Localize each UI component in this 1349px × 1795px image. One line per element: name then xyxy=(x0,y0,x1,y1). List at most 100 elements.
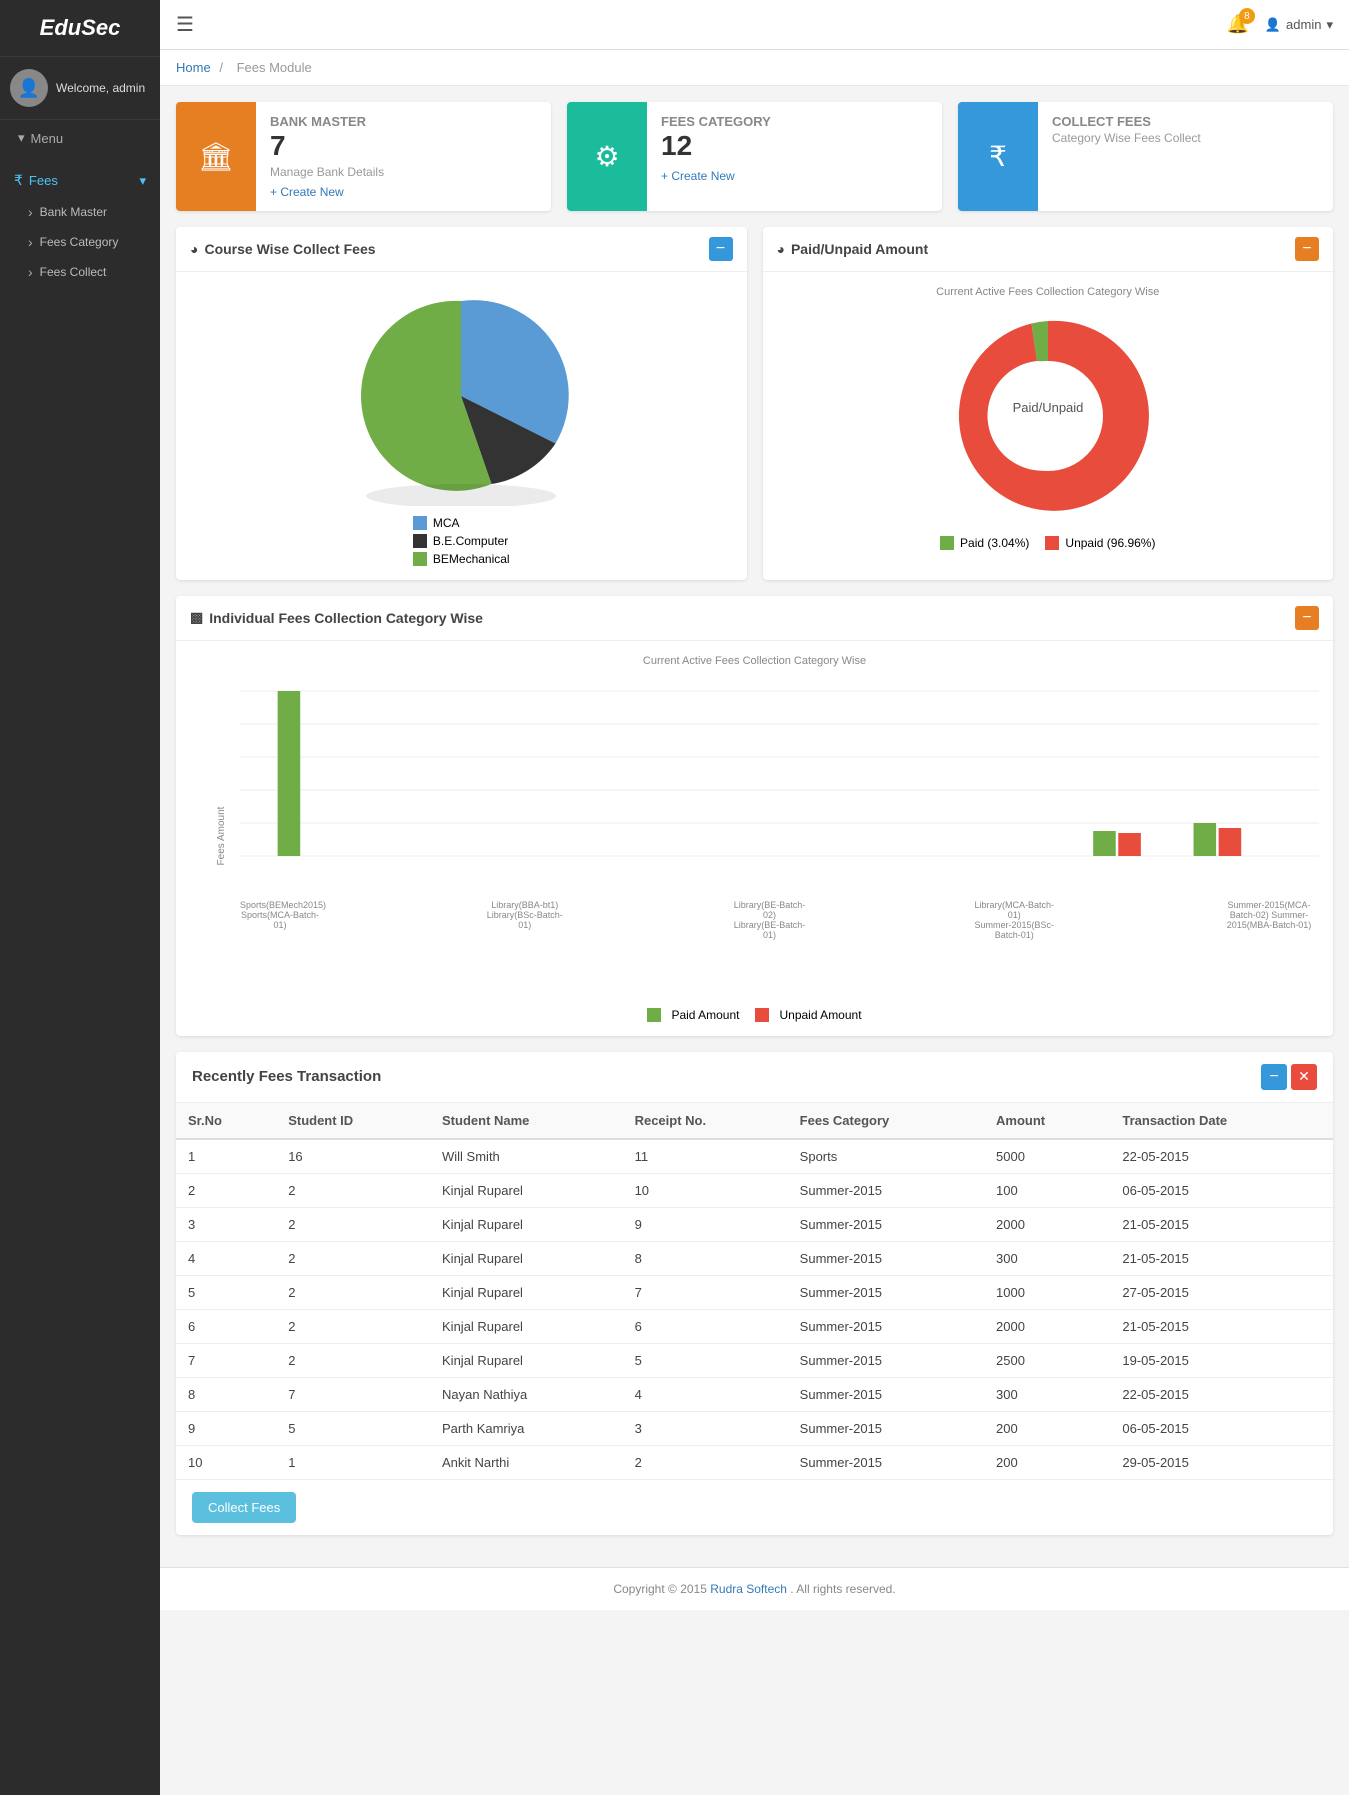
cell-sr: 7 xyxy=(176,1343,276,1377)
cell-sr: 10 xyxy=(176,1445,276,1479)
paid-unpaid-minimize-button[interactable]: − xyxy=(1295,237,1319,261)
rupee-icon: ₹ xyxy=(14,172,23,189)
x-label-1: Sports(BEMech2015)Sports(MCA-Batch-01) xyxy=(240,900,320,940)
cell-amount: 1000 xyxy=(984,1275,1110,1309)
cell-category: Summer-2015 xyxy=(788,1173,984,1207)
charts-row: ◕ Course Wise Collect Fees − xyxy=(176,227,1333,580)
course-fees-minimize-button[interactable]: − xyxy=(709,237,733,261)
gear-icon: ⚙ xyxy=(594,140,619,173)
bar-unpaid-label: Unpaid Amount xyxy=(779,1008,861,1022)
legend-paid-label: Paid (3.04%) xyxy=(960,536,1029,550)
cell-receipt: 2 xyxy=(623,1445,788,1479)
user-info[interactable]: 👤 admin ▾ xyxy=(1265,17,1333,33)
transactions-table-wrapper: Sr.No Student ID Student Name Receipt No… xyxy=(176,1103,1333,1480)
x-label-2: Library(BBA-bt1)Library(BSc-Batch-01) xyxy=(485,900,565,940)
transactions-close-button[interactable]: ✕ xyxy=(1291,1064,1317,1090)
cell-receipt: 4 xyxy=(623,1377,788,1411)
col-amount: Amount xyxy=(984,1103,1110,1139)
transactions-minimize-button[interactable]: − xyxy=(1261,1064,1287,1090)
bank-master-title: BANK MASTER xyxy=(270,114,537,129)
stats-row: 🏛 BANK MASTER 7 Manage Bank Details + Cr… xyxy=(176,102,1333,211)
breadcrumb-home[interactable]: Home xyxy=(176,60,211,75)
table-header-row: Sr.No Student ID Student Name Receipt No… xyxy=(176,1103,1333,1139)
bank-master-action[interactable]: + Create New xyxy=(270,185,537,199)
sidebar-logo: EduSec xyxy=(0,0,160,57)
cell-amount: 200 xyxy=(984,1445,1110,1479)
cell-student-id: 2 xyxy=(276,1343,430,1377)
fees-category-details: FEES CATEGORY 12 + Create New xyxy=(647,102,942,211)
cell-category: Summer-2015 xyxy=(788,1343,984,1377)
col-date: Transaction Date xyxy=(1110,1103,1333,1139)
breadcrumb: Home / Fees Module xyxy=(160,50,1349,86)
sidebar-section-fees: ₹ Fees ▾ › Bank Master › Fees Category ›… xyxy=(0,156,160,295)
fees-category-action[interactable]: + Create New xyxy=(661,169,928,183)
bank-master-number: 7 xyxy=(270,129,537,163)
table-row: 7 2 Kinjal Ruparel 5 Summer-2015 2500 19… xyxy=(176,1343,1333,1377)
sidebar-item-fees-collect[interactable]: › Fees Collect xyxy=(0,257,160,287)
chevron-down-icon: ▾ xyxy=(139,173,146,189)
collect-fees-subtitle: Category Wise Fees Collect xyxy=(1052,131,1319,145)
sidebar-item-label: Fees Category xyxy=(40,235,119,249)
paid-unpaid-panel: ◕ Paid/Unpaid Amount − Current Active Fe… xyxy=(763,227,1334,580)
bell-icon[interactable]: 🔔 8 xyxy=(1226,14,1248,34)
cell-amount: 200 xyxy=(984,1411,1110,1445)
cell-student-name: Kinjal Ruparel xyxy=(430,1309,623,1343)
cell-category: Summer-2015 xyxy=(788,1275,984,1309)
cell-sr: 5 xyxy=(176,1275,276,1309)
pie-chart-svg xyxy=(331,286,591,506)
cell-student-name: Kinjal Ruparel xyxy=(430,1207,623,1241)
x-axis-labels: Sports(BEMech2015)Sports(MCA-Batch-01) L… xyxy=(240,900,1319,940)
course-fees-title: ◕ Course Wise Collect Fees xyxy=(190,241,376,257)
cell-receipt: 11 xyxy=(623,1139,788,1174)
cell-category: Summer-2015 xyxy=(788,1411,984,1445)
user-greeting: Welcome, admin xyxy=(56,81,145,95)
cell-student-id: 2 xyxy=(276,1275,430,1309)
sidebar-item-bank-master[interactable]: › Bank Master xyxy=(0,197,160,227)
cell-sr: 1 xyxy=(176,1139,276,1174)
fees-category-number: 12 xyxy=(661,129,928,163)
hamburger-icon[interactable]: ☰ xyxy=(176,12,194,37)
cell-receipt: 9 xyxy=(623,1207,788,1241)
paid-unpaid-body: Current Active Fees Collection Category … xyxy=(763,272,1334,564)
sidebar-menu-toggle[interactable]: ▾ Menu xyxy=(0,120,160,156)
donut-chart-icon: ◕ xyxy=(777,241,785,257)
topbar-left: ☰ xyxy=(176,12,204,37)
donut-chart-svg: Paid/Unpaid xyxy=(928,306,1168,526)
bell-container: 🔔 8 xyxy=(1226,14,1248,35)
cell-category: Summer-2015 xyxy=(788,1377,984,1411)
bar-paid-color xyxy=(647,1008,661,1022)
legend-bemechanical-label: BEMechanical xyxy=(433,552,510,566)
pie-legend: MCA B.E.Computer BEMechanical xyxy=(413,516,510,566)
bank-master-create-link[interactable]: + Create New xyxy=(270,185,344,199)
cell-date: 22-05-2015 xyxy=(1110,1139,1333,1174)
sidebar-item-label: Fees Collect xyxy=(40,265,107,279)
bar-chart-minimize-button[interactable]: − xyxy=(1295,606,1319,630)
sidebar-fees-toggle[interactable]: ₹ Fees ▾ xyxy=(0,164,160,197)
col-receipt: Receipt No. xyxy=(623,1103,788,1139)
cell-category: Sports xyxy=(788,1139,984,1174)
main-content: ☰ 🔔 8 👤 admin ▾ Home / Fees Module xyxy=(160,0,1349,1795)
cell-student-id: 2 xyxy=(276,1241,430,1275)
table-row: 6 2 Kinjal Ruparel 6 Summer-2015 2000 21… xyxy=(176,1309,1333,1343)
table-row: 9 5 Parth Kamriya 3 Summer-2015 200 06-0… xyxy=(176,1411,1333,1445)
cell-amount: 300 xyxy=(984,1241,1110,1275)
cell-sr: 2 xyxy=(176,1173,276,1207)
cell-sr: 8 xyxy=(176,1377,276,1411)
collect-fees-button[interactable]: Collect Fees xyxy=(192,1492,296,1523)
pie-shadow xyxy=(366,484,556,506)
course-fees-header: ◕ Course Wise Collect Fees − xyxy=(176,227,747,272)
sidebar-item-fees-category[interactable]: › Fees Category xyxy=(0,227,160,257)
topbar: ☰ 🔔 8 👤 admin ▾ xyxy=(160,0,1349,50)
bullet-icon: › xyxy=(28,234,33,250)
footer-brand-link[interactable]: Rudra Softech xyxy=(710,1582,787,1596)
fees-category-create-link[interactable]: + Create New xyxy=(661,169,735,183)
cell-student-id: 2 xyxy=(276,1173,430,1207)
cell-receipt: 6 xyxy=(623,1309,788,1343)
x-label-4: Library(MCA-Batch-01)Summer-2015(BSc-Bat… xyxy=(974,900,1054,940)
donut-legend: Paid (3.04%) Unpaid (96.96%) xyxy=(940,536,1155,550)
cell-date: 21-05-2015 xyxy=(1110,1207,1333,1241)
username-label: admin xyxy=(1286,17,1321,32)
menu-label: Menu xyxy=(31,131,64,146)
bar-legend-paid: Paid Amount xyxy=(647,1008,739,1022)
transactions-table: Sr.No Student ID Student Name Receipt No… xyxy=(176,1103,1333,1480)
